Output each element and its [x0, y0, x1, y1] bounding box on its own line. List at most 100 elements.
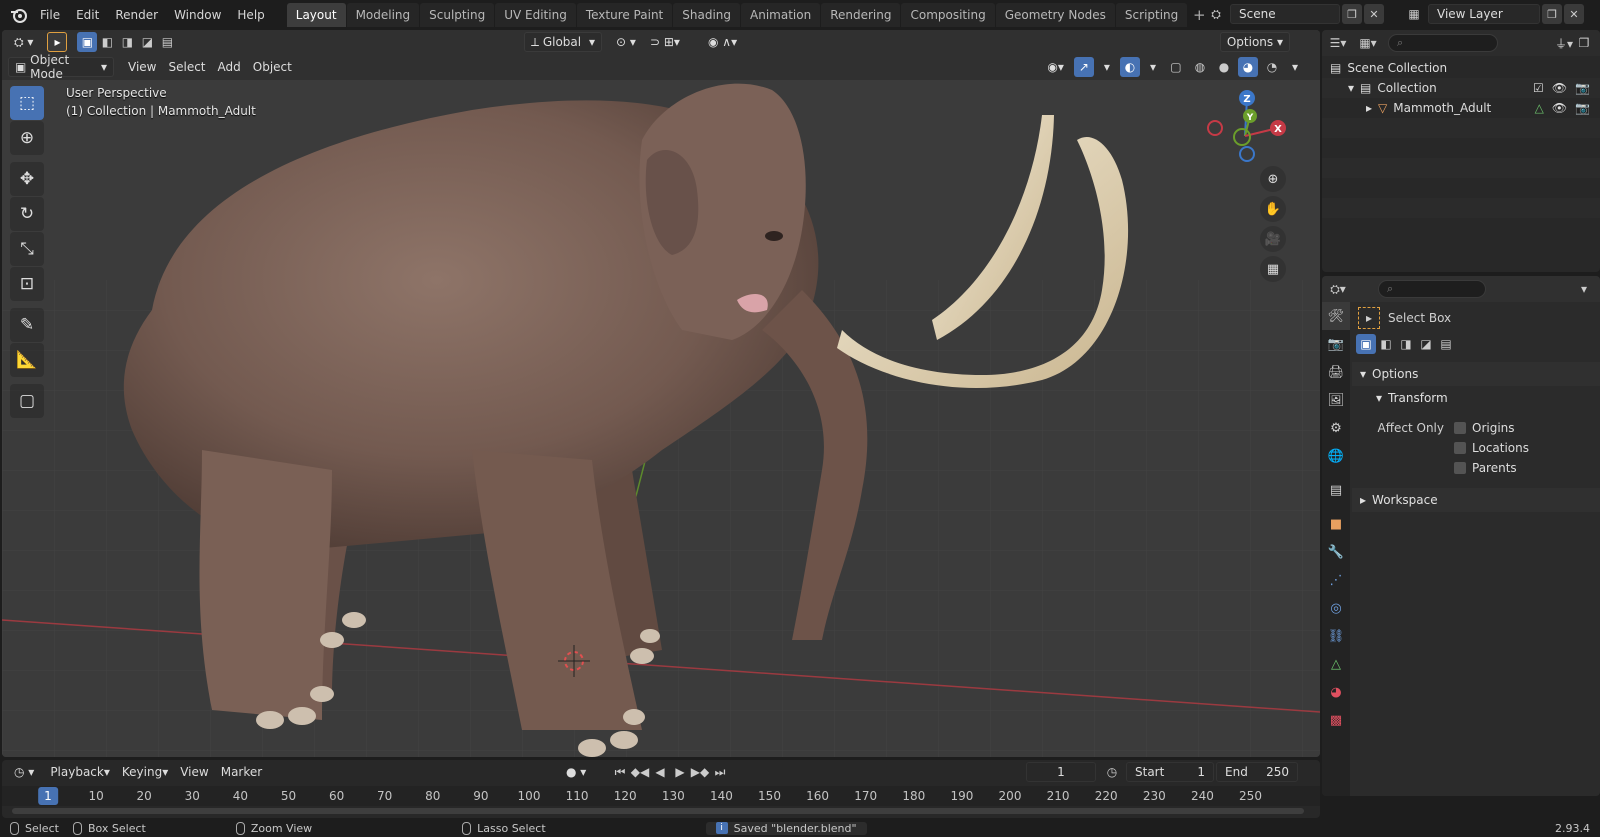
texture-tab-icon[interactable]: ▩ — [1322, 706, 1350, 734]
auto-keying-icon[interactable]: ● ▾ — [560, 762, 592, 782]
outliner-editor-type-icon[interactable]: ☰▾ — [1328, 33, 1348, 53]
mode-invert-icon[interactable]: ◪ — [1416, 334, 1436, 354]
display-mode-icon[interactable]: ▦▾ — [1358, 33, 1378, 53]
viewport-menu-view[interactable]: View — [122, 57, 162, 77]
menu-edit[interactable]: Edit — [68, 0, 107, 30]
viewport-menu-add[interactable]: Add — [212, 57, 247, 77]
options-panel-header[interactable]: ▾ Options — [1352, 362, 1600, 386]
overlay-toggle-icon[interactable]: ◐ — [1119, 57, 1140, 77]
view-layer-icon[interactable]: ▦ — [1404, 4, 1424, 24]
tool-tab-icon[interactable]: 🛠 — [1322, 302, 1350, 330]
delete-view-layer-button[interactable]: ✕ — [1564, 4, 1584, 24]
particles-tab-icon[interactable]: ⋰ — [1322, 566, 1350, 594]
outliner-search-input[interactable]: ⌕ — [1388, 34, 1498, 52]
cursor-tool-icon[interactable]: ⊕ — [10, 121, 44, 155]
output-tab-icon[interactable]: 🖨 — [1322, 358, 1350, 386]
origins-checkbox[interactable]: Origins — [1454, 418, 1529, 438]
eye-icon[interactable]: 👁 — [1552, 101, 1567, 115]
properties-editor-type-icon[interactable]: ⛭▾ — [1328, 279, 1348, 299]
tab-scripting[interactable]: Scripting — [1115, 3, 1188, 27]
properties-search-input[interactable]: ⌕ — [1378, 280, 1486, 298]
timeline-editor-type-icon[interactable]: ◷ ▾ — [8, 762, 40, 782]
editor-type-button[interactable]: ⛭ ▾ — [8, 32, 39, 52]
tab-sculpting[interactable]: Sculpting — [420, 3, 495, 27]
select-invert-icon[interactable]: ◪ — [137, 32, 157, 52]
transform-subpanel-header[interactable]: ▾ Transform — [1352, 386, 1600, 410]
scene-tab-icon[interactable]: ⚙ — [1322, 414, 1350, 442]
collection-tab-icon[interactable]: ▤ — [1322, 476, 1350, 504]
material-tab-icon[interactable]: ◕ — [1322, 678, 1350, 706]
tab-compositing[interactable]: Compositing — [901, 3, 995, 27]
expand-arrow-icon[interactable]: ▾ — [1348, 81, 1354, 95]
overlay-dropdown[interactable]: ▾ — [1144, 57, 1162, 77]
view-layer-field[interactable]: View Layer — [1428, 4, 1540, 24]
render-camera-icon[interactable]: 📷 — [1575, 81, 1590, 95]
object-tab-icon[interactable]: ■ — [1322, 510, 1350, 538]
gizmo-dropdown[interactable]: ▾ — [1098, 57, 1116, 77]
mesh-data-icon[interactable]: △ — [1535, 101, 1544, 115]
annotate-tool-icon[interactable]: ✎ — [10, 308, 44, 342]
timeline-menu-playback[interactable]: Playback ▾ — [44, 762, 116, 782]
measure-tool-icon[interactable]: 📐 — [10, 343, 44, 377]
camera-view-icon[interactable]: 🎥 — [1260, 226, 1286, 252]
eye-icon[interactable]: 👁 — [1552, 81, 1567, 95]
filter-icon[interactable]: ⏚▾ — [1554, 33, 1574, 53]
scene-field[interactable]: Scene — [1230, 4, 1340, 24]
transform-orientation-dropdown[interactable]: ⟂ Global ▾ — [524, 32, 602, 52]
timeline-ruler[interactable]: 1 10 20 30 40 50 60 70 80 90 100 110 120 130 140 150 160… — [2, 786, 1320, 806]
play-reverse-icon[interactable]: ◀ — [650, 762, 670, 782]
tab-modeling[interactable]: Modeling — [346, 3, 420, 27]
jump-start-icon[interactable]: ⏮ — [610, 762, 630, 782]
proportional-edit-icon[interactable]: ◉ ∧▾ — [702, 32, 743, 52]
tab-animation[interactable]: Animation — [741, 3, 821, 27]
solid-shading-icon[interactable]: ● — [1214, 57, 1234, 77]
new-collection-icon[interactable]: ❐ — [1574, 33, 1594, 53]
wireframe-shading-icon[interactable]: ◍ — [1190, 57, 1210, 77]
tab-texture-paint[interactable]: Texture Paint — [576, 3, 673, 27]
shading-dropdown[interactable]: ▾ — [1286, 57, 1304, 77]
world-tab-icon[interactable]: 🌐 — [1322, 442, 1350, 470]
move-tool-icon[interactable]: ✥ — [10, 162, 44, 196]
current-frame-marker[interactable]: 1 — [38, 787, 58, 805]
pivot-point-button[interactable]: ⊙ ▾ — [610, 32, 642, 52]
menu-render[interactable]: Render — [107, 0, 166, 30]
preview-range-icon[interactable]: ◷ — [1102, 762, 1122, 782]
select-intersect-icon[interactable]: ▤ — [157, 32, 177, 52]
render-tab-icon[interactable]: 📷 — [1322, 330, 1350, 358]
mode-subtract-icon[interactable]: ◨ — [1396, 334, 1416, 354]
mesh-data-tab-icon[interactable]: △ — [1322, 650, 1350, 678]
outliner-row-mammoth[interactable]: ▸ ▽ Mammoth_Adult △ 👁 📷 — [1322, 98, 1600, 118]
tab-uv-editing[interactable]: UV Editing — [495, 3, 576, 27]
timeline-scrollbar[interactable] — [12, 808, 1304, 814]
locations-checkbox[interactable]: Locations — [1454, 438, 1529, 458]
parents-checkbox[interactable]: Parents — [1454, 458, 1529, 478]
tool-select-icon[interactable]: ▸ — [47, 32, 68, 52]
rendered-shading-icon[interactable]: ◔ — [1262, 57, 1282, 77]
material-shading-icon[interactable]: ◕ — [1237, 57, 1258, 77]
gizmo-toggle-icon[interactable]: ↗ — [1073, 57, 1094, 77]
end-frame-field[interactable]: End 250 — [1216, 762, 1298, 782]
zoom-icon[interactable]: ⊕ — [1260, 166, 1286, 192]
jump-prev-key-icon[interactable]: ◆◀ — [630, 762, 650, 782]
visibility-icon[interactable]: ◉▾ — [1041, 57, 1070, 77]
exclude-checkbox-icon[interactable]: ☑ — [1533, 81, 1544, 95]
jump-next-key-icon[interactable]: ▶◆ — [690, 762, 710, 782]
viewport-menu-object[interactable]: Object — [247, 57, 298, 77]
play-icon[interactable]: ▶ — [670, 762, 690, 782]
start-frame-field[interactable]: Start 1 — [1126, 762, 1214, 782]
constraints-tab-icon[interactable]: ⛓ — [1322, 622, 1350, 650]
xray-icon[interactable]: ▢ — [1166, 57, 1186, 77]
select-extend-icon[interactable]: ◧ — [97, 32, 117, 52]
timeline-menu-marker[interactable]: Marker — [215, 762, 268, 782]
options-dropdown[interactable]: Options ▾ — [1219, 32, 1290, 52]
new-view-layer-button[interactable]: ❐ — [1542, 4, 1562, 24]
3d-viewport[interactable]: ⛭ ▾ ▸ ▣ ◧ ◨ ◪ ▤ ⟂ Global ▾ ⊙ ▾ ⊃ ⊞▾ ◉ ∧▾ … — [2, 30, 1320, 757]
mode-extend-icon[interactable]: ◧ — [1376, 334, 1396, 354]
jump-end-icon[interactable]: ⏭ — [710, 762, 730, 782]
tab-shading[interactable]: Shading — [673, 3, 740, 27]
scale-tool-icon[interactable]: ⤡ — [10, 232, 44, 266]
timeline-menu-view[interactable]: View — [174, 762, 214, 782]
current-frame-field[interactable]: 1 — [1026, 762, 1096, 782]
menu-window[interactable]: Window — [166, 0, 229, 30]
select-box-tool-icon[interactable]: ⬚ — [10, 86, 44, 120]
